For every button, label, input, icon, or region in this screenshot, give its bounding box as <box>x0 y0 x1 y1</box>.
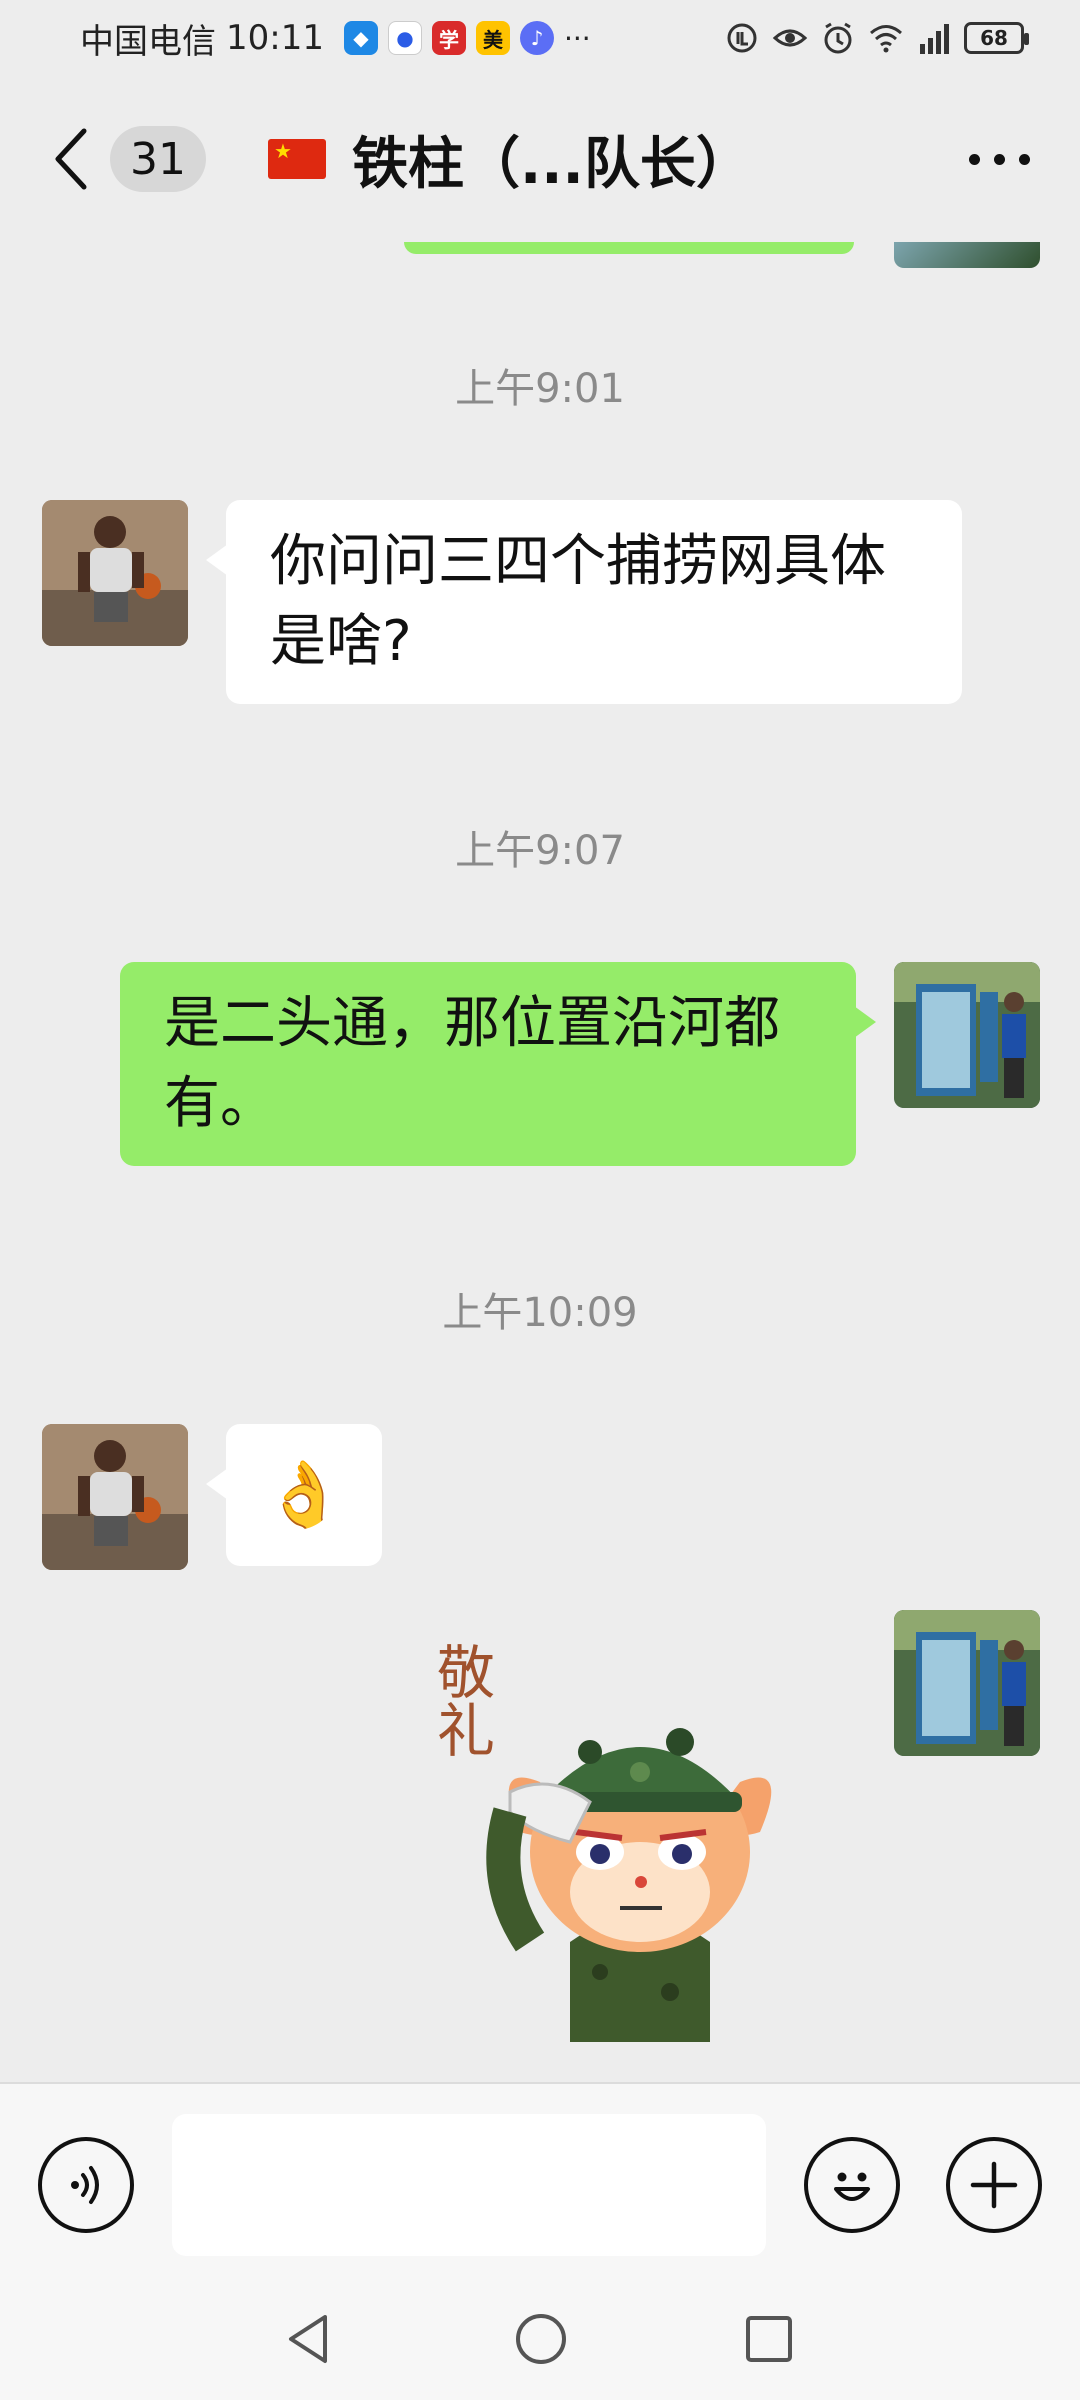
smiley-icon <box>834 2172 870 2201</box>
voice-input-button[interactable] <box>38 2137 134 2233</box>
eye-comfort-icon <box>772 29 808 47</box>
avatar-photo <box>42 500 188 646</box>
signal-icon <box>920 24 949 54</box>
nav-back-button[interactable] <box>274 2304 344 2374</box>
chat-title: 铁柱（...队长） <box>352 131 752 197</box>
contact-avatar[interactable] <box>42 500 188 646</box>
sticker-message[interactable]: 敬礼 <box>427 1642 830 2042</box>
clock: 10:11 <box>226 18 324 58</box>
message-timestamp: 上午9:01 <box>455 366 625 412</box>
previous-message-bubble[interactable] <box>404 242 854 254</box>
music-app-icon: ♪ <box>519 21 554 55</box>
saluting-deer-sticker <box>486 1728 772 2042</box>
chat-title-group: ★ 铁柱（...队长） <box>268 119 752 200</box>
paw-app-icon: ● <box>387 21 422 55</box>
china-flag-icon: ★ <box>268 139 326 179</box>
emoji-button[interactable] <box>804 2137 900 2233</box>
battery-icon: 68 <box>964 22 1029 54</box>
my-avatar[interactable] <box>894 962 1040 1108</box>
system-nav-bar <box>0 2274 1080 2400</box>
more-options-button[interactable] <box>959 134 1040 185</box>
message-list[interactable]: 上午9:01 你问问三四个捕捞网具体是啥? 上午9:07 是二头通，那位置沿河都… <box>0 242 1080 2082</box>
avatar-photo <box>894 1610 1040 1756</box>
avatar-photo <box>894 962 1040 1108</box>
more-notifications-icon: ··· <box>563 21 591 55</box>
my-avatar[interactable] <box>894 1610 1040 1756</box>
incoming-message-bubble[interactable]: 你问问三四个捕捞网具体是啥? <box>206 500 962 704</box>
meituan-app-icon: 美 <box>475 21 510 55</box>
avatar-photo <box>42 1424 188 1570</box>
wifi-icon <box>870 25 902 53</box>
alarm-icon <box>824 22 852 54</box>
plus-icon <box>970 2161 1018 2209</box>
my-avatar[interactable] <box>894 242 1040 268</box>
back-button[interactable] <box>50 119 100 199</box>
incoming-emoji-bubble[interactable]: 👌 <box>206 1424 382 1566</box>
chevron-left-icon <box>55 128 87 190</box>
outgoing-message-bubble[interactable]: 是二头通，那位置沿河都有。 <box>120 962 876 1166</box>
data-saver-icon <box>727 23 757 53</box>
message-timestamp: 上午9:07 <box>455 828 625 874</box>
study-app-icon: 学 <box>431 21 466 55</box>
status-left: 中国电信 10:11 ◆ ● 学 美 ♪ ··· <box>80 14 591 63</box>
unread-count-badge[interactable]: 31 <box>110 126 206 192</box>
dot-icon <box>969 153 980 165</box>
nav-recents-button[interactable] <box>734 2304 804 2374</box>
nav-home-button[interactable] <box>506 2304 576 2374</box>
sticker-caption: 敬礼 <box>427 1642 495 1758</box>
chat-header: 31 ★ 铁柱（...队长） <box>0 76 1080 242</box>
message-input[interactable] <box>172 2114 766 2256</box>
ok-hand-emoji: 👌 <box>264 1458 344 1532</box>
circle-home-icon <box>516 2314 566 2364</box>
square-recents-icon <box>746 2316 792 2362</box>
battery-level: 68 <box>980 26 1008 50</box>
more-functions-button[interactable] <box>946 2137 1042 2233</box>
shield-app-icon: ◆ <box>343 21 378 55</box>
carrier-name: 中国电信 <box>80 21 216 62</box>
status-bar: 中国电信 10:11 ◆ ● 学 美 ♪ ··· 68 <box>0 0 1080 76</box>
voice-wave-icon <box>71 2166 99 2204</box>
status-right: 68 <box>724 20 1029 56</box>
triangle-back-icon <box>289 2315 327 2363</box>
contact-avatar[interactable] <box>42 1424 188 1570</box>
message-text: 你问问三四个捕捞网具体是啥? <box>270 529 886 674</box>
message-text: 是二头通，那位置沿河都有。 <box>164 991 780 1136</box>
dot-icon <box>994 153 1005 165</box>
dot-icon <box>1019 153 1030 165</box>
message-timestamp: 上午10:09 <box>442 1290 638 1336</box>
input-bar <box>0 2082 1080 2274</box>
